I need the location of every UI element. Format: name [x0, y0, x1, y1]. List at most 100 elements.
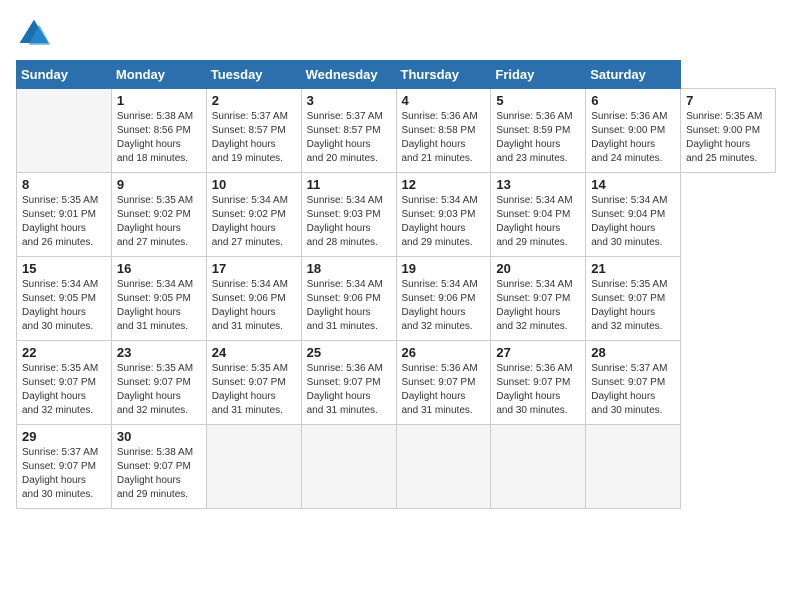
day-info: Sunrise: 5:35 AM Sunset: 9:07 PM Dayligh…: [117, 362, 201, 418]
header-row: SundayMondayTuesdayWednesdayThursdayFrid…: [17, 61, 776, 89]
day-cell: [17, 89, 112, 173]
day-cell: 26 Sunrise: 5:36 AM Sunset: 9:07 PM Dayl…: [396, 341, 491, 425]
week-row-5: 29 Sunrise: 5:37 AM Sunset: 9:07 PM Dayl…: [17, 425, 776, 509]
day-info: Sunrise: 5:35 AM Sunset: 9:07 PM Dayligh…: [591, 278, 675, 334]
day-info: Sunrise: 5:34 AM Sunset: 9:05 PM Dayligh…: [22, 278, 106, 334]
day-number: 16: [117, 261, 201, 276]
day-info: Sunrise: 5:36 AM Sunset: 8:58 PM Dayligh…: [402, 110, 486, 166]
day-cell: [301, 425, 396, 509]
day-number: 24: [212, 345, 296, 360]
day-cell: 14 Sunrise: 5:34 AM Sunset: 9:04 PM Dayl…: [586, 173, 681, 257]
day-cell: 19 Sunrise: 5:34 AM Sunset: 9:06 PM Dayl…: [396, 257, 491, 341]
day-info: Sunrise: 5:36 AM Sunset: 9:07 PM Dayligh…: [496, 362, 580, 418]
day-cell: 22 Sunrise: 5:35 AM Sunset: 9:07 PM Dayl…: [17, 341, 112, 425]
day-number: 26: [402, 345, 486, 360]
day-cell: 7 Sunrise: 5:35 AM Sunset: 9:00 PM Dayli…: [681, 89, 776, 173]
day-cell: 30 Sunrise: 5:38 AM Sunset: 9:07 PM Dayl…: [111, 425, 206, 509]
day-number: 21: [591, 261, 675, 276]
day-cell: 18 Sunrise: 5:34 AM Sunset: 9:06 PM Dayl…: [301, 257, 396, 341]
day-info: Sunrise: 5:38 AM Sunset: 9:07 PM Dayligh…: [117, 446, 201, 502]
day-cell: 10 Sunrise: 5:34 AM Sunset: 9:02 PM Dayl…: [206, 173, 301, 257]
day-cell: 17 Sunrise: 5:34 AM Sunset: 9:06 PM Dayl…: [206, 257, 301, 341]
day-info: Sunrise: 5:35 AM Sunset: 9:01 PM Dayligh…: [22, 194, 106, 250]
day-info: Sunrise: 5:34 AM Sunset: 9:06 PM Dayligh…: [307, 278, 391, 334]
day-number: 14: [591, 177, 675, 192]
day-number: 1: [117, 93, 201, 108]
day-info: Sunrise: 5:37 AM Sunset: 8:57 PM Dayligh…: [212, 110, 296, 166]
day-cell: [206, 425, 301, 509]
day-cell: 29 Sunrise: 5:37 AM Sunset: 9:07 PM Dayl…: [17, 425, 112, 509]
col-header-monday: Monday: [111, 61, 206, 89]
day-number: 10: [212, 177, 296, 192]
day-cell: 15 Sunrise: 5:34 AM Sunset: 9:05 PM Dayl…: [17, 257, 112, 341]
day-number: 3: [307, 93, 391, 108]
day-cell: 12 Sunrise: 5:34 AM Sunset: 9:03 PM Dayl…: [396, 173, 491, 257]
day-info: Sunrise: 5:36 AM Sunset: 9:07 PM Dayligh…: [307, 362, 391, 418]
day-info: Sunrise: 5:34 AM Sunset: 9:06 PM Dayligh…: [212, 278, 296, 334]
day-cell: 20 Sunrise: 5:34 AM Sunset: 9:07 PM Dayl…: [491, 257, 586, 341]
day-number: 30: [117, 429, 201, 444]
day-number: 19: [402, 261, 486, 276]
col-header-friday: Friday: [491, 61, 586, 89]
day-cell: 24 Sunrise: 5:35 AM Sunset: 9:07 PM Dayl…: [206, 341, 301, 425]
day-number: 20: [496, 261, 580, 276]
day-number: 15: [22, 261, 106, 276]
col-header-sunday: Sunday: [17, 61, 112, 89]
day-number: 28: [591, 345, 675, 360]
day-number: 25: [307, 345, 391, 360]
day-number: 13: [496, 177, 580, 192]
logo-icon: [16, 16, 52, 52]
day-number: 12: [402, 177, 486, 192]
day-info: Sunrise: 5:38 AM Sunset: 8:56 PM Dayligh…: [117, 110, 201, 166]
day-info: Sunrise: 5:34 AM Sunset: 9:05 PM Dayligh…: [117, 278, 201, 334]
day-number: 7: [686, 93, 770, 108]
day-number: 22: [22, 345, 106, 360]
week-row-4: 22 Sunrise: 5:35 AM Sunset: 9:07 PM Dayl…: [17, 341, 776, 425]
day-number: 27: [496, 345, 580, 360]
day-cell: 23 Sunrise: 5:35 AM Sunset: 9:07 PM Dayl…: [111, 341, 206, 425]
day-cell: 6 Sunrise: 5:36 AM Sunset: 9:00 PM Dayli…: [586, 89, 681, 173]
day-cell: 27 Sunrise: 5:36 AM Sunset: 9:07 PM Dayl…: [491, 341, 586, 425]
day-number: 6: [591, 93, 675, 108]
day-info: Sunrise: 5:37 AM Sunset: 9:07 PM Dayligh…: [22, 446, 106, 502]
day-info: Sunrise: 5:35 AM Sunset: 9:07 PM Dayligh…: [22, 362, 106, 418]
day-info: Sunrise: 5:37 AM Sunset: 8:57 PM Dayligh…: [307, 110, 391, 166]
day-info: Sunrise: 5:34 AM Sunset: 9:03 PM Dayligh…: [402, 194, 486, 250]
day-info: Sunrise: 5:34 AM Sunset: 9:02 PM Dayligh…: [212, 194, 296, 250]
day-info: Sunrise: 5:35 AM Sunset: 9:02 PM Dayligh…: [117, 194, 201, 250]
day-cell: 5 Sunrise: 5:36 AM Sunset: 8:59 PM Dayli…: [491, 89, 586, 173]
day-cell: 11 Sunrise: 5:34 AM Sunset: 9:03 PM Dayl…: [301, 173, 396, 257]
day-info: Sunrise: 5:37 AM Sunset: 9:07 PM Dayligh…: [591, 362, 675, 418]
day-info: Sunrise: 5:35 AM Sunset: 9:07 PM Dayligh…: [212, 362, 296, 418]
day-info: Sunrise: 5:34 AM Sunset: 9:07 PM Dayligh…: [496, 278, 580, 334]
day-cell: 9 Sunrise: 5:35 AM Sunset: 9:02 PM Dayli…: [111, 173, 206, 257]
day-number: 2: [212, 93, 296, 108]
day-info: Sunrise: 5:34 AM Sunset: 9:04 PM Dayligh…: [591, 194, 675, 250]
col-header-tuesday: Tuesday: [206, 61, 301, 89]
calendar-table: SundayMondayTuesdayWednesdayThursdayFrid…: [16, 60, 776, 509]
day-number: 4: [402, 93, 486, 108]
day-cell: 3 Sunrise: 5:37 AM Sunset: 8:57 PM Dayli…: [301, 89, 396, 173]
col-header-saturday: Saturday: [586, 61, 681, 89]
day-cell: 21 Sunrise: 5:35 AM Sunset: 9:07 PM Dayl…: [586, 257, 681, 341]
day-info: Sunrise: 5:35 AM Sunset: 9:00 PM Dayligh…: [686, 110, 770, 166]
week-row-3: 15 Sunrise: 5:34 AM Sunset: 9:05 PM Dayl…: [17, 257, 776, 341]
day-info: Sunrise: 5:34 AM Sunset: 9:06 PM Dayligh…: [402, 278, 486, 334]
day-number: 18: [307, 261, 391, 276]
day-cell: 4 Sunrise: 5:36 AM Sunset: 8:58 PM Dayli…: [396, 89, 491, 173]
day-number: 8: [22, 177, 106, 192]
col-header-thursday: Thursday: [396, 61, 491, 89]
col-header-wednesday: Wednesday: [301, 61, 396, 89]
day-info: Sunrise: 5:34 AM Sunset: 9:04 PM Dayligh…: [496, 194, 580, 250]
week-row-1: 1 Sunrise: 5:38 AM Sunset: 8:56 PM Dayli…: [17, 89, 776, 173]
day-number: 9: [117, 177, 201, 192]
logo: [16, 16, 56, 52]
day-cell: [491, 425, 586, 509]
day-number: 11: [307, 177, 391, 192]
day-cell: 13 Sunrise: 5:34 AM Sunset: 9:04 PM Dayl…: [491, 173, 586, 257]
day-cell: 2 Sunrise: 5:37 AM Sunset: 8:57 PM Dayli…: [206, 89, 301, 173]
day-number: 23: [117, 345, 201, 360]
day-cell: 1 Sunrise: 5:38 AM Sunset: 8:56 PM Dayli…: [111, 89, 206, 173]
day-cell: 28 Sunrise: 5:37 AM Sunset: 9:07 PM Dayl…: [586, 341, 681, 425]
day-info: Sunrise: 5:36 AM Sunset: 9:00 PM Dayligh…: [591, 110, 675, 166]
